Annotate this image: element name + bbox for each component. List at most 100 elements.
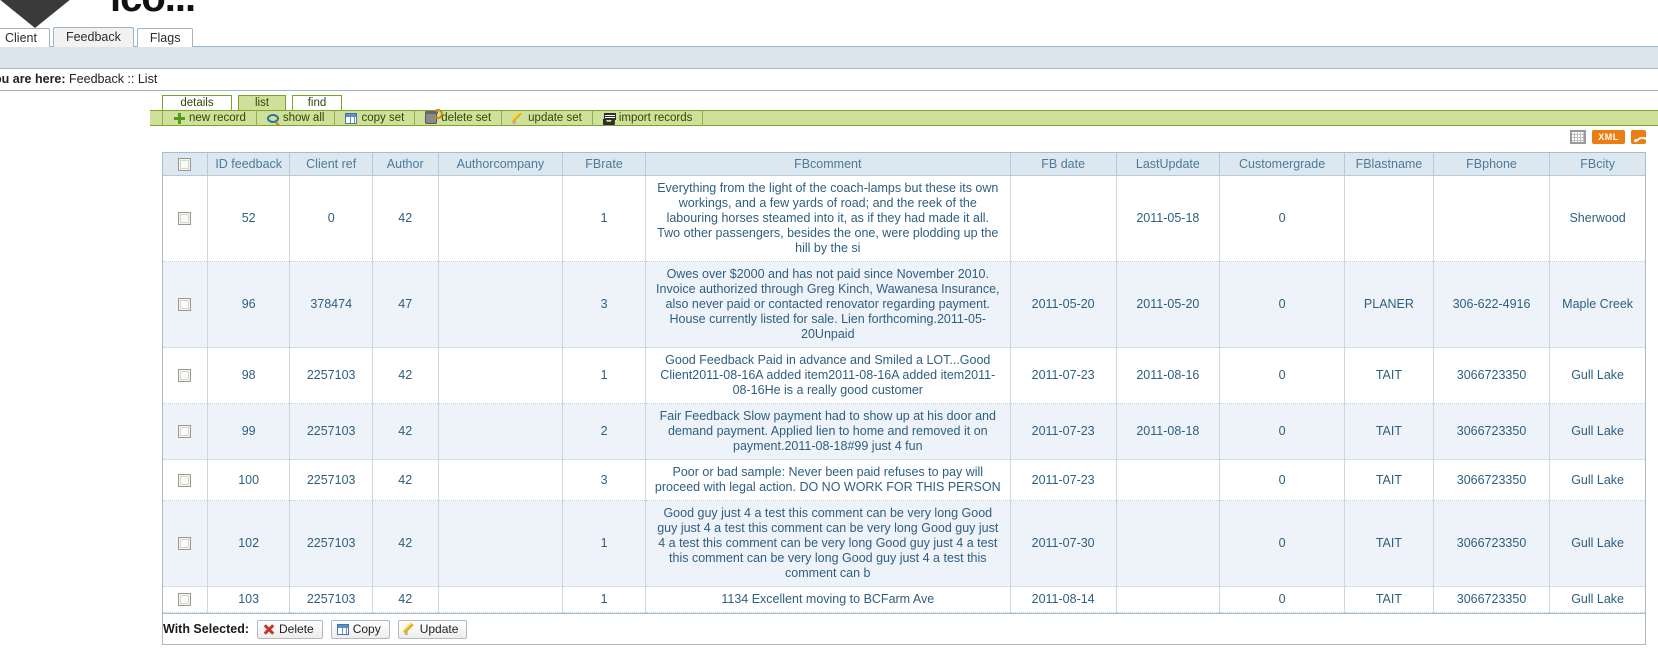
cell-fbcomment: Fair Feedback Slow payment had to show u… [645, 403, 1011, 461]
cell-lastupdate [1116, 500, 1221, 588]
row-checkbox[interactable] [178, 212, 192, 226]
cell-fb-date: 2011-08-14 [1010, 586, 1117, 614]
cell-customergrade: 0 [1219, 459, 1345, 502]
cell-lastupdate [1116, 586, 1221, 614]
cell-fblastname: PLANER [1344, 261, 1434, 349]
spreadsheet-export-icon[interactable] [1570, 130, 1586, 144]
import-records-button[interactable]: import records [593, 110, 704, 126]
tab-feedback[interactable]: Feedback [52, 27, 134, 47]
cell-id: 102 [207, 500, 291, 588]
col-fbcity[interactable]: FBcity [1549, 153, 1645, 177]
view-tab-details[interactable]: details [162, 95, 232, 110]
row-checkbox[interactable] [178, 425, 192, 439]
cell-client-ref: 378474 [289, 261, 373, 349]
view-tab-find[interactable]: find [292, 95, 342, 110]
cell-fbcomment: 1134 Excellent moving to BCFarm Ave [645, 586, 1011, 614]
feedback-table: ID feedback Client ref Author Authorcomp… [163, 153, 1645, 614]
col-fbphone[interactable]: FBphone [1433, 153, 1551, 177]
show-all-button[interactable]: show all [257, 110, 336, 126]
col-fbcomment[interactable]: FBcomment [645, 153, 1011, 177]
cell-customergrade: 0 [1219, 500, 1345, 588]
cell-fbrate: 3 [562, 459, 646, 502]
table-header-row: ID feedback Client ref Author Authorcomp… [163, 153, 1645, 177]
col-author[interactable]: Author [372, 153, 439, 177]
cell-id: 100 [207, 459, 291, 502]
content-area: details list find new record show all co… [150, 95, 1658, 646]
row-select-cell [163, 261, 208, 349]
row-select-cell [163, 500, 208, 588]
cell-customergrade: 0 [1219, 261, 1345, 349]
cell-fb-date: 2011-07-23 [1010, 459, 1117, 502]
cell-fbcity: Gull Lake [1549, 500, 1645, 588]
col-client-ref[interactable]: Client ref [289, 153, 373, 177]
app-page: ico... Client Feedback Flags ou are here… [0, 0, 1658, 668]
cell-id: 96 [207, 261, 291, 349]
cell-fbcity: Gull Lake [1549, 586, 1645, 614]
col-authorcompany[interactable]: Authorcompany [438, 153, 564, 177]
cell-fbcity: Gull Lake [1549, 403, 1645, 461]
cell-lastupdate: 2011-05-18 [1116, 175, 1221, 263]
breadcrumb-path: Feedback :: List [69, 72, 158, 86]
table-row[interactable]: 103 2257103 42 1 1134 Excellent moving t… [163, 586, 1645, 614]
cell-authorcompany [438, 459, 564, 502]
cell-fblastname [1344, 175, 1434, 263]
row-checkbox[interactable] [178, 593, 192, 607]
tab-client[interactable]: Client [0, 28, 50, 47]
table-row[interactable]: 102 2257103 42 1 Good guy just 4 a test … [163, 500, 1645, 588]
cell-id: 52 [207, 175, 291, 263]
row-checkbox[interactable] [178, 537, 192, 551]
row-select-cell [163, 175, 208, 263]
delete-set-label: delete set [441, 112, 492, 124]
cell-fbphone: 3066723350 [1433, 347, 1551, 405]
col-fb-date[interactable]: FB date [1010, 153, 1117, 177]
cell-fbphone: 3066723350 [1433, 500, 1551, 588]
cell-fblastname: TAIT [1344, 403, 1434, 461]
cell-customergrade: 0 [1219, 403, 1345, 461]
col-fblastname[interactable]: FBlastname [1344, 153, 1434, 177]
masthead: ico... [0, 0, 1658, 28]
cell-fbcity: Maple Creek [1549, 261, 1645, 349]
pencil-icon [404, 623, 416, 635]
update-set-button[interactable]: update set [502, 110, 593, 126]
table-row[interactable]: 52 0 42 1 Everything from the light of t… [163, 175, 1645, 263]
cell-client-ref: 2257103 [289, 403, 373, 461]
grid-copy-icon [345, 112, 358, 124]
row-checkbox[interactable] [178, 298, 192, 312]
magnifier-icon [266, 113, 279, 123]
select-all-checkbox[interactable] [178, 158, 192, 172]
row-checkbox[interactable] [178, 473, 192, 487]
copy-set-button[interactable]: copy set [335, 110, 416, 126]
delete-set-button[interactable]: delete set [415, 109, 503, 126]
cell-author: 42 [372, 459, 439, 502]
table-row[interactable]: 96 378474 47 3 Owes over $2000 and has n… [163, 261, 1645, 349]
xml-export-icon[interactable]: XML [1592, 130, 1625, 144]
bulk-copy-button[interactable]: Copy [330, 619, 390, 639]
col-fbrate[interactable]: FBrate [562, 153, 646, 177]
bulk-update-button[interactable]: Update [397, 619, 468, 639]
cell-fbphone: 3066723350 [1433, 403, 1551, 461]
cell-fbrate: 1 [562, 586, 646, 614]
col-lastupdate[interactable]: LastUpdate [1116, 153, 1221, 177]
view-tab-list[interactable]: list [238, 95, 286, 110]
tab-flags[interactable]: Flags [136, 28, 194, 47]
rss-feed-icon[interactable] [1631, 130, 1646, 144]
col-customergrade[interactable]: Customergrade [1219, 153, 1345, 177]
bulk-delete-button[interactable]: Delete [257, 619, 323, 639]
show-all-label: show all [282, 112, 325, 124]
table-row[interactable]: 100 2257103 42 3 Poor or bad sample: Nev… [163, 459, 1645, 502]
cell-fbcomment: Owes over $2000 and has not paid since N… [645, 261, 1011, 349]
row-checkbox[interactable] [178, 369, 192, 383]
export-bar: XML [150, 126, 1658, 152]
copy-icon [336, 623, 349, 635]
table-row[interactable]: 98 2257103 42 1 Good Feedback Paid in ad… [163, 347, 1645, 405]
table-row[interactable]: 99 2257103 42 2 Fair Feedback Slow payme… [163, 403, 1645, 461]
cell-fbrate: 1 [562, 347, 646, 405]
main-tab-bar: Client Feedback Flags [0, 27, 1658, 47]
col-id-feedback[interactable]: ID feedback [207, 153, 291, 177]
cell-author: 42 [372, 403, 439, 461]
new-record-label: new record [189, 112, 246, 124]
cell-author: 47 [372, 261, 439, 349]
cell-customergrade: 0 [1219, 175, 1345, 263]
new-record-button[interactable]: new record [162, 110, 257, 126]
breadcrumb-label: ou are here: [0, 72, 66, 86]
